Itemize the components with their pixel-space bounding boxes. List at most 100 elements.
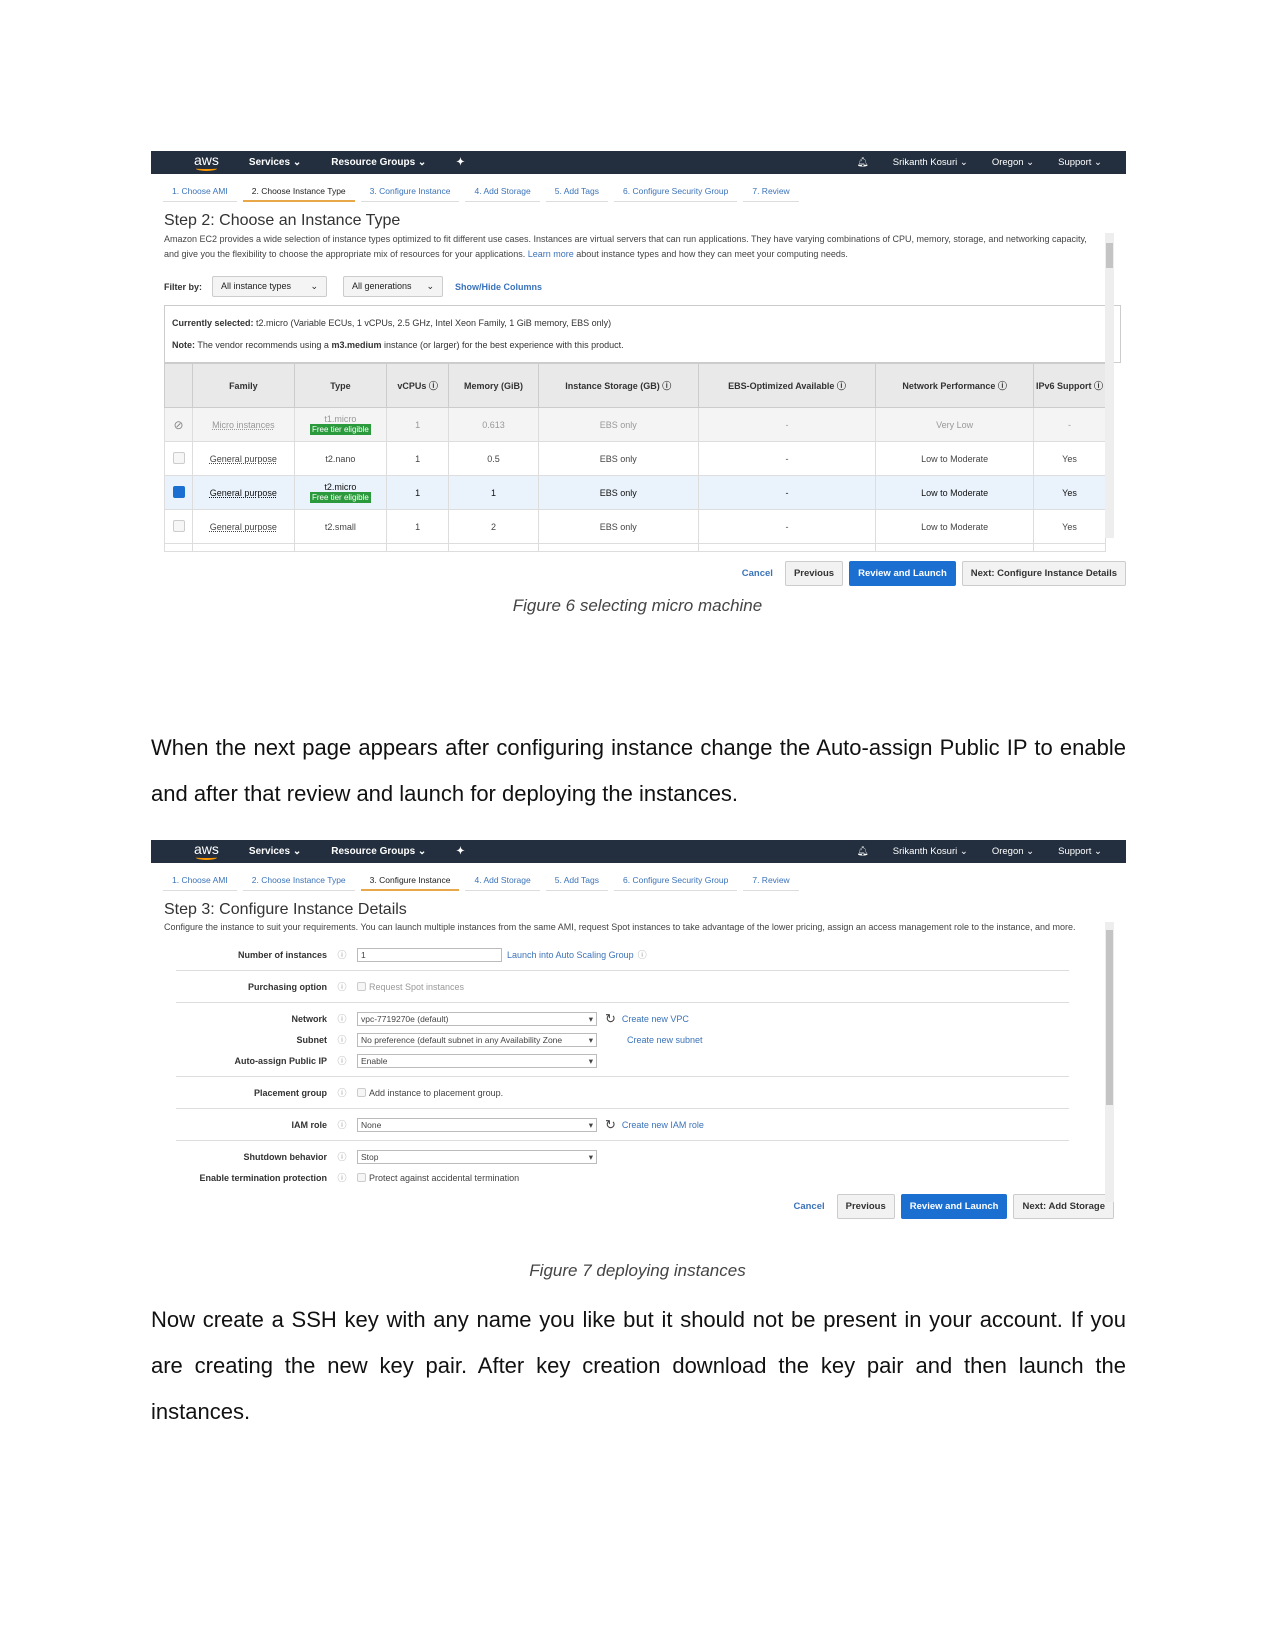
ipv6-cell: Yes	[1033, 509, 1106, 544]
tab-add-storage[interactable]: 4. Add Storage	[465, 871, 540, 891]
table-row[interactable]: General purpose t2.micro Free tier eligibl…	[164, 475, 1106, 510]
info-icon[interactable]: ⓘ	[638, 948, 647, 961]
column-header[interactable]: EBS-Optimized Available ⓘ	[697, 363, 877, 408]
scrollbar[interactable]	[1105, 922, 1114, 1202]
tab-choose-instance-type[interactable]: 2. Choose Instance Type	[242, 182, 355, 202]
column-header[interactable]: vCPUs ⓘ	[386, 363, 450, 408]
resource-groups-menu[interactable]: Resource Groups ⌄	[331, 157, 426, 168]
tab-choose-instance-type[interactable]: 2. Choose Instance Type	[242, 871, 355, 891]
next-button[interactable]: Next: Add Storage	[1013, 1194, 1114, 1219]
tab-choose-ami[interactable]: 1. Choose AMI	[163, 182, 237, 202]
scrollbar[interactable]	[1105, 233, 1114, 538]
info-icon[interactable]: ⓘ	[327, 1086, 357, 1099]
previous-button[interactable]: Previous	[836, 1194, 895, 1219]
paragraph: Now create a SSH key with any name you l…	[151, 1307, 1126, 1424]
services-menu[interactable]: Services ⌄	[249, 157, 301, 168]
pin-icon[interactable]: ✦	[456, 846, 464, 857]
number-of-instances-input[interactable]: 1	[357, 947, 502, 962]
cancel-button[interactable]: Cancel	[793, 1201, 824, 1212]
generations-dropdown[interactable]: All generations ⌄	[343, 276, 444, 297]
placement-checkbox[interactable]	[357, 1088, 366, 1097]
cancel-button[interactable]: Cancel	[742, 568, 773, 579]
review-and-launch-button[interactable]: Review and Launch	[900, 1194, 1008, 1219]
resource-groups-menu[interactable]: Resource Groups ⌄	[331, 846, 426, 857]
column-header[interactable]: Family	[192, 363, 295, 408]
tab-review[interactable]: 7. Review	[743, 871, 799, 891]
network-cell: Low to Moderate	[875, 475, 1034, 510]
tab-review[interactable]: 7. Review	[743, 182, 799, 202]
services-menu[interactable]: Services ⌄	[249, 846, 301, 857]
info-icon[interactable]: ⓘ	[327, 1171, 357, 1184]
show-hide-columns-link[interactable]: Show/Hide Columns	[455, 282, 542, 292]
network-select[interactable]: vpc-7719270e (default) ▾	[357, 1011, 597, 1026]
field-label: Enable termination protection	[199, 1172, 327, 1183]
memory-cell: 0.613	[448, 407, 539, 442]
tab-add-storage[interactable]: 4. Add Storage	[465, 182, 540, 202]
tab-security-group[interactable]: 6. Configure Security Group	[614, 871, 738, 891]
page-title: Step 3: Configure Instance Details	[164, 901, 407, 918]
bell-icon[interactable]: 🔔︎	[857, 157, 869, 168]
storage-cell: EBS only	[537, 441, 699, 476]
tab-security-group[interactable]: 6. Configure Security Group	[614, 182, 738, 202]
user-menu[interactable]: Srikanth Kosuri ⌄	[893, 157, 968, 168]
learn-more-link[interactable]: Learn more	[528, 249, 574, 259]
tab-add-tags[interactable]: 5. Add Tags	[545, 182, 608, 202]
info-icon[interactable]: ⓘ	[327, 948, 357, 961]
iam-role-select[interactable]: None ▾	[357, 1117, 597, 1132]
pin-icon[interactable]: ✦	[456, 157, 464, 168]
next-button[interactable]: Next: Configure Instance Details	[961, 561, 1126, 586]
table-row[interactable]: General purpose t2.small 1 2 EBS only - Low to…	[164, 509, 1106, 544]
tab-add-tags[interactable]: 5. Add Tags	[545, 871, 608, 891]
info-icon[interactable]: ⓘ	[327, 1150, 357, 1163]
support-menu[interactable]: Support ⌄	[1058, 157, 1102, 168]
column-header[interactable]: Type	[293, 363, 388, 408]
bell-icon[interactable]: 🔔︎	[857, 846, 869, 857]
column-header[interactable]: IPv6 Support ⓘ	[1033, 363, 1106, 408]
support-menu[interactable]: Support ⌄	[1058, 846, 1102, 857]
subnet-select[interactable]: No preference (default subnet in any Ava…	[357, 1032, 597, 1047]
review-and-launch-button[interactable]: Review and Launch	[849, 561, 956, 586]
spot-checkbox[interactable]	[357, 982, 366, 991]
dropdown-value: All generations	[352, 281, 412, 291]
create-iam-role-link[interactable]: Create new IAM role	[622, 1120, 704, 1130]
select-value: Stop	[361, 1151, 379, 1162]
info-icon[interactable]: ⓘ	[327, 1118, 357, 1131]
column-header[interactable]: Network Performance ⓘ	[875, 363, 1034, 408]
info-icon[interactable]: ⓘ	[327, 1054, 357, 1067]
auto-assign-public-ip-select[interactable]: Enable ▾	[357, 1053, 597, 1068]
create-vpc-link[interactable]: Create new VPC	[622, 1014, 689, 1024]
tab-configure-instance[interactable]: 3. Configure Instance	[360, 871, 460, 891]
column-header[interactable]: Memory (GiB)	[448, 363, 539, 408]
auto-scaling-link[interactable]: Launch into Auto Scaling Group	[507, 950, 634, 960]
refresh-icon[interactable]: ↻	[605, 1117, 616, 1133]
user-menu[interactable]: Srikanth Kosuri ⌄	[893, 846, 968, 857]
region-menu[interactable]: Oregon ⌄	[992, 846, 1034, 857]
vcpus-cell: 1	[386, 407, 450, 442]
row-select-checkbox[interactable]	[172, 451, 185, 464]
tab-choose-ami[interactable]: 1. Choose AMI	[163, 871, 237, 891]
selected-value: t2.micro (Variable ECUs, 1 vCPUs, 2.5 GH…	[256, 318, 612, 328]
family-cell: General purpose	[192, 475, 295, 510]
tab-configure-instance[interactable]: 3. Configure Instance	[360, 182, 460, 202]
table-row[interactable]: ⊘ Micro instances t1.micro Free tier eligib…	[164, 407, 1106, 442]
info-icon[interactable]: ⓘ	[327, 980, 357, 993]
refresh-icon[interactable]: ↻	[605, 1011, 616, 1027]
family-value: General purpose	[209, 453, 277, 464]
info-icon[interactable]: ⓘ	[327, 1033, 357, 1046]
row-select-checkbox[interactable]	[172, 519, 185, 532]
shutdown-behavior-select[interactable]: Stop ▾	[357, 1149, 597, 1164]
row-select-checkbox[interactable]	[172, 485, 185, 498]
instance-config-form: Number of instances ⓘ 1 Launch into Auto S…	[164, 944, 1069, 1188]
vcpus-cell: 1	[386, 509, 450, 544]
create-subnet-link[interactable]: Create new subnet	[627, 1035, 703, 1045]
select-value: Enable	[361, 1055, 388, 1066]
previous-button[interactable]: Previous	[784, 561, 844, 586]
region-menu[interactable]: Oregon ⌄	[992, 157, 1034, 168]
type-value: t2.nano	[325, 453, 356, 464]
info-icon[interactable]: ⓘ	[327, 1012, 357, 1025]
page-description: Amazon EC2 provides a wide selection of …	[164, 232, 1096, 262]
column-header[interactable]: Instance Storage (GB) ⓘ	[537, 363, 699, 408]
instance-types-dropdown[interactable]: All instance types ⌄	[212, 276, 328, 297]
table-row[interactable]: General purpose t2.nano 1 0.5 EBS only - Low t…	[164, 441, 1106, 476]
termination-checkbox[interactable]	[357, 1173, 366, 1182]
